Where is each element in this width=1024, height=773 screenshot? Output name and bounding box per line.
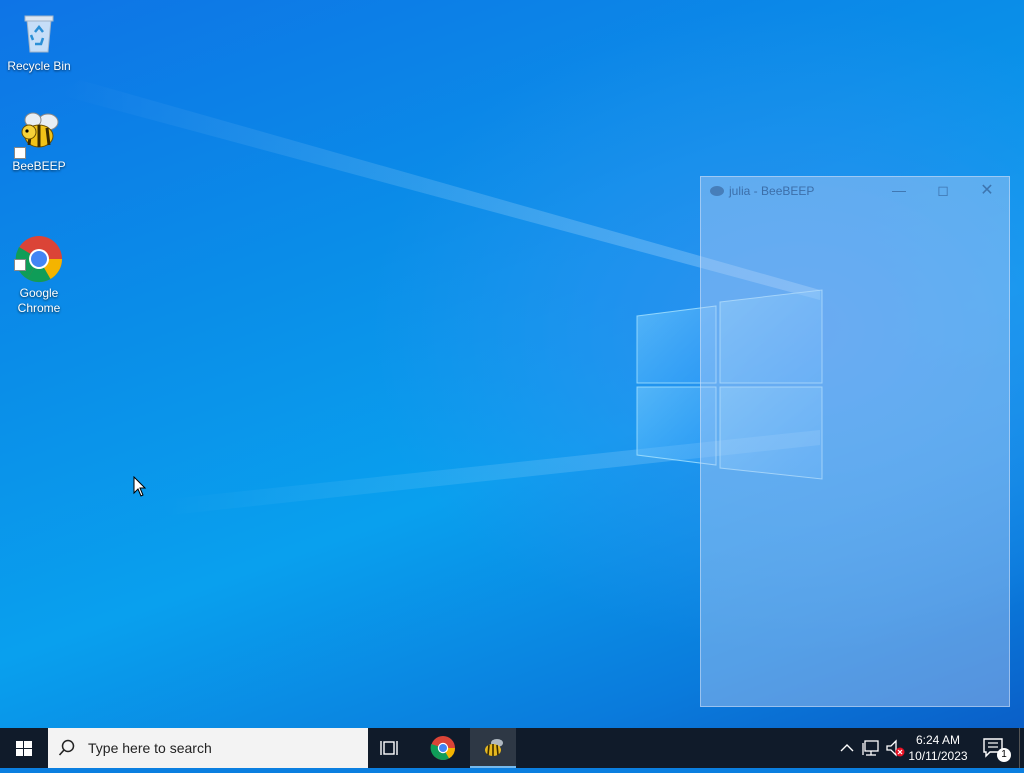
taskbar: Type here to search 6:24 AM 10/11/2023 1	[0, 728, 1024, 768]
desktop-icon-beebeep[interactable]: BeeBEEP	[1, 108, 77, 174]
beebeep-window[interactable]: julia - BeeBEEP — ◻ ✕	[700, 176, 1010, 707]
windows-logo-icon	[16, 741, 32, 756]
task-view-button[interactable]	[369, 728, 415, 768]
shortcut-arrow-icon	[14, 147, 26, 159]
taskbar-app-beebeep[interactable]	[470, 728, 516, 768]
maximize-icon: ◻	[937, 182, 949, 198]
chevron-up-icon[interactable]	[837, 738, 857, 758]
bee-icon	[485, 739, 503, 756]
beebeep-app-icon	[710, 186, 724, 196]
window-titlebar[interactable]: julia - BeeBEEP — ◻ ✕	[701, 177, 1009, 204]
shortcut-arrow-icon	[14, 259, 26, 271]
recycle-bin-icon	[15, 8, 63, 56]
minimize-icon: —	[892, 182, 906, 198]
close-button[interactable]: ✕	[965, 177, 1009, 204]
desktop-icon-label: BeeBEEP	[12, 159, 66, 173]
chrome-icon	[430, 736, 455, 761]
notification-count-badge: 1	[997, 748, 1011, 762]
chrome-icon	[14, 220, 63, 283]
maximize-button[interactable]: ◻	[921, 177, 965, 204]
window-title: julia - BeeBEEP	[729, 184, 815, 198]
show-desktop-button[interactable]	[1019, 728, 1024, 768]
volume-muted-icon[interactable]	[885, 738, 905, 758]
minimize-button[interactable]: —	[877, 177, 921, 204]
task-view-icon	[380, 741, 398, 755]
system-clock[interactable]: 6:24 AM 10/11/2023	[905, 732, 971, 764]
search-icon	[58, 739, 75, 756]
bee-icon	[14, 108, 63, 159]
taskbar-app-chrome[interactable]	[420, 728, 466, 768]
action-center-button[interactable]: 1	[978, 728, 1024, 768]
search-placeholder: Type here to search	[88, 740, 212, 756]
clock-date: 10/11/2023	[908, 749, 968, 763]
close-icon: ✕	[980, 182, 994, 199]
desktop-icon-google-chrome[interactable]: Google Chrome	[1, 205, 77, 316]
start-button[interactable]	[0, 728, 48, 768]
clock-time: 6:24 AM	[915, 733, 961, 747]
desktop-icon-label: Recycle Bin	[7, 59, 71, 73]
desktop[interactable]: Recycle Bin BeeBEEP Google Chrome julia …	[0, 0, 1024, 728]
network-icon[interactable]	[861, 738, 881, 758]
desktop-icon-label: Google Chrome	[17, 286, 61, 315]
desktop-icon-recycle-bin[interactable]: Recycle Bin	[1, 8, 77, 74]
search-input[interactable]: Type here to search	[48, 728, 368, 768]
mouse-cursor-icon	[133, 476, 147, 497]
